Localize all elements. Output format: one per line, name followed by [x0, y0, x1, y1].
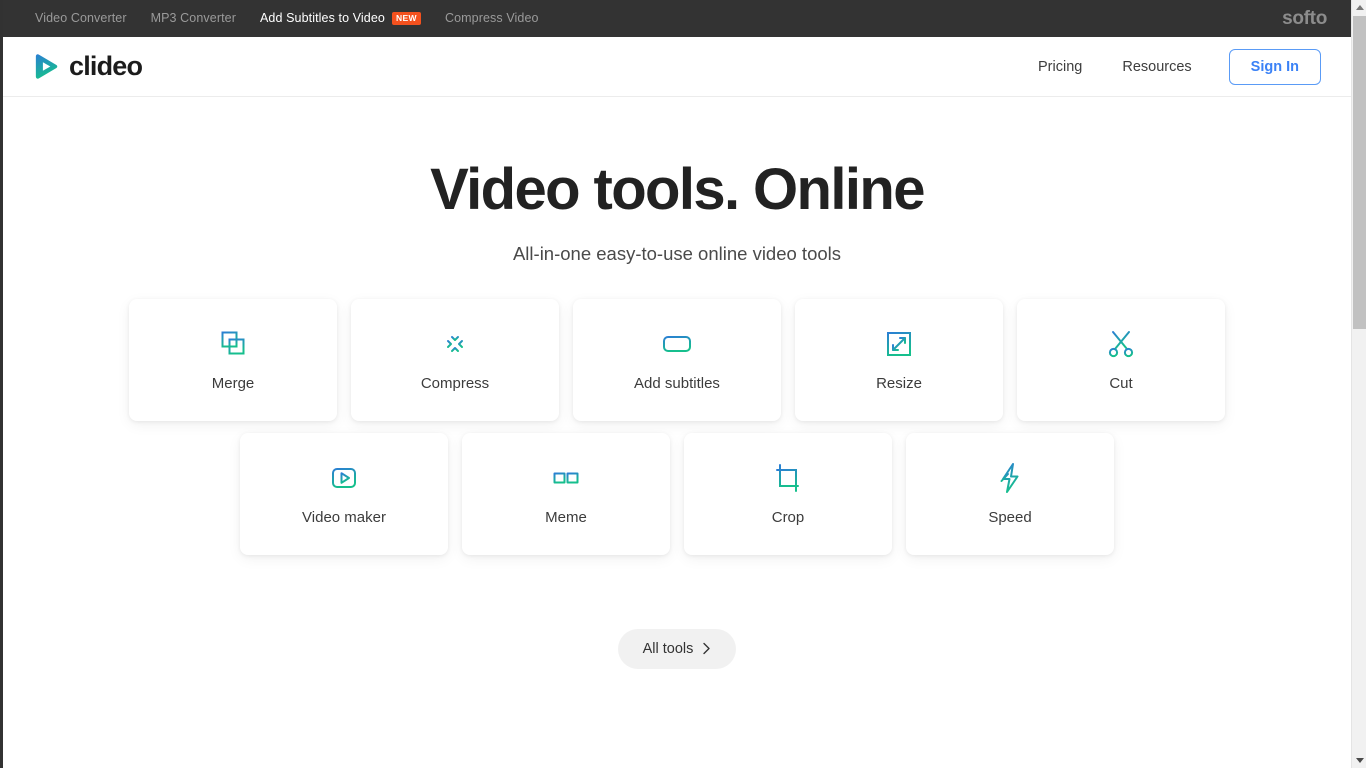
compress-icon — [441, 330, 469, 359]
topbar-link-list: Video Converter MP3 Converter Add Subtit… — [3, 0, 551, 37]
scroll-up-button[interactable] — [1352, 0, 1366, 15]
tool-label: Crop — [771, 509, 805, 527]
meme-icon — [550, 472, 582, 484]
tool-label: Add subtitles — [634, 375, 720, 393]
tool-card-cut[interactable]: Cut — [1017, 298, 1225, 421]
merge-icon — [221, 331, 245, 355]
page-title: Video tools. Online — [430, 157, 925, 222]
new-badge: NEW — [391, 12, 421, 25]
nav-link-resources[interactable]: Resources — [1102, 59, 1211, 75]
topbar-link-label: MP3 Converter — [150, 11, 236, 25]
scissors-icon — [1108, 331, 1134, 358]
tool-row-1: Merge Compress Add subtitles Resize Cut — [3, 298, 1351, 421]
page-root: Video Converter MP3 Converter Add Subtit… — [0, 0, 1366, 768]
main-content: Video tools. Online All-in-one easy-to-u… — [3, 98, 1351, 768]
tool-card-resize[interactable]: Resize — [795, 298, 1003, 421]
topbar-link-mp3-converter[interactable]: MP3 Converter — [139, 0, 248, 37]
topbar-link-label: Add Subtitles to Video — [259, 11, 385, 25]
header-nav: Pricing Resources Sign In — [1018, 48, 1321, 85]
tool-card-meme[interactable]: Meme — [462, 432, 670, 555]
tool-label: Cut — [1109, 375, 1133, 393]
triangle-down-icon — [1355, 758, 1364, 763]
all-tools-label: All tools — [642, 640, 694, 657]
softo-topbar: Video Converter MP3 Converter Add Subtit… — [3, 0, 1351, 37]
nav-link-pricing[interactable]: Pricing — [1018, 59, 1102, 75]
topbar-link-label: Video Converter — [35, 11, 127, 25]
resize-icon — [887, 332, 911, 357]
page-subtitle: All-in-one easy-to-use online video tool… — [512, 242, 842, 264]
speed-icon — [1000, 463, 1019, 494]
tool-card-crop[interactable]: Crop — [684, 432, 892, 555]
scroll-down-button[interactable] — [1352, 753, 1366, 768]
clideo-logo[interactable]: clideo — [32, 51, 143, 82]
tool-label: Meme — [545, 509, 587, 527]
crop-icon — [776, 464, 799, 493]
chevron-right-icon — [703, 643, 711, 655]
tool-card-add-subtitles[interactable]: Add subtitles — [573, 298, 781, 421]
vertical-scrollbar[interactable] — [1351, 0, 1366, 768]
tool-card-compress[interactable]: Compress — [351, 298, 559, 421]
site-header: clideo Pricing Resources Sign In — [3, 37, 1351, 97]
tool-label: Resize — [876, 375, 922, 393]
triangle-up-icon — [1355, 5, 1364, 10]
play-logo-icon — [35, 54, 58, 79]
tool-row-2: Video maker Meme Crop Speed — [3, 432, 1351, 555]
tool-card-merge[interactable]: Merge — [129, 298, 337, 421]
tool-card-speed[interactable]: Speed — [906, 432, 1114, 555]
all-tools-wrapper: All tools — [3, 628, 1351, 669]
topbar-link-video-converter[interactable]: Video Converter — [23, 0, 139, 37]
clideo-wordmark: clideo — [69, 51, 143, 81]
video-maker-icon — [332, 468, 356, 489]
scrollbar-thumb[interactable] — [1353, 16, 1366, 329]
sign-in-button[interactable]: Sign In — [1228, 48, 1321, 85]
softo-logo[interactable]: softo — [1282, 8, 1327, 30]
tool-label: Compress — [420, 375, 490, 393]
topbar-link-add-subtitles[interactable]: Add Subtitles to Video NEW — [248, 0, 433, 37]
tool-label: Speed — [988, 509, 1032, 527]
all-tools-button[interactable]: All tools — [617, 628, 737, 669]
subtitles-icon — [663, 336, 691, 353]
tool-label: Merge — [211, 375, 255, 393]
tool-label: Video maker — [302, 509, 386, 527]
topbar-link-label: Compress Video — [444, 11, 539, 25]
topbar-link-compress-video[interactable]: Compress Video — [433, 0, 551, 37]
tool-card-video-maker[interactable]: Video maker — [240, 432, 448, 555]
tool-grid: Merge Compress Add subtitles Resize Cut … — [3, 298, 1351, 555]
